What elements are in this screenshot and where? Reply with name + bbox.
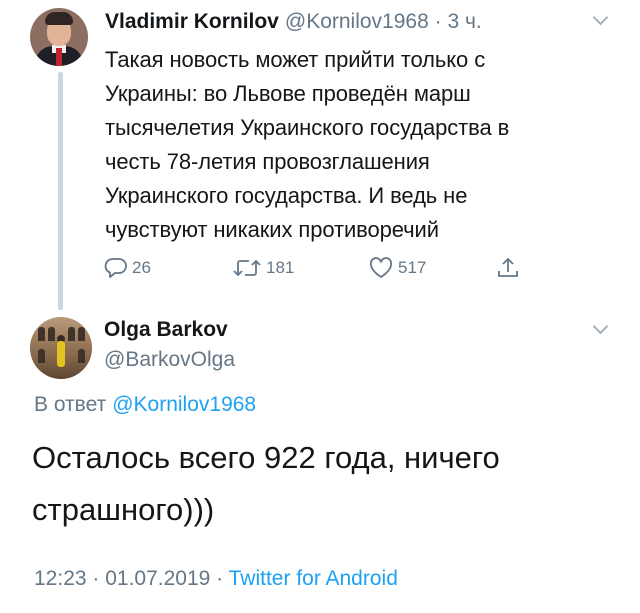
reply-text-line: Осталось всего 922 года, ничего	[32, 440, 500, 475]
tweet-text-line: честь 78-летия провозглашения	[105, 149, 430, 174]
chevron-down-icon[interactable]	[592, 318, 609, 335]
tweet-text-line: Такая новость может прийти только с	[105, 47, 486, 72]
separator: ·	[86, 567, 106, 590]
like-button[interactable]: 517	[368, 255, 426, 281]
tweet-text: Такая новость может прийти только с Укра…	[105, 43, 605, 247]
tweet-text-line: тысячелетия Украинского государства в	[105, 115, 510, 140]
tweet-time: 12:23	[34, 567, 87, 590]
chevron-down-icon[interactable]	[592, 9, 609, 26]
reply-to-mention[interactable]: @Kornilov1968	[112, 393, 256, 416]
reply-to-line: В ответ @Kornilov1968	[34, 393, 256, 417]
author-name[interactable]: Vladimir Kornilov	[105, 10, 279, 33]
tweet-text-line: Украины: во Львове проведён марш	[105, 81, 471, 106]
tweet-text-line: чувствуют никаких противоречий	[105, 217, 439, 242]
reply-icon	[104, 258, 127, 278]
retweet-button[interactable]: 181	[232, 255, 294, 281]
retweet-icon	[233, 259, 261, 277]
reply-text-line: страшного)))	[32, 492, 215, 527]
retweet-count: 181	[266, 258, 295, 277]
tweet-date: 01.07.2019	[105, 567, 211, 590]
tweet-text-line: Украинского государства. И ведь не	[105, 183, 468, 208]
reply-author-name[interactable]: Olga Barkov	[104, 318, 228, 342]
separator: ·	[210, 567, 229, 590]
tweet-time[interactable]: 3 ч.	[447, 10, 481, 33]
thread-line	[58, 72, 63, 310]
reply-button[interactable]: 26	[104, 255, 151, 281]
reply-count: 26	[132, 258, 151, 277]
share-button[interactable]	[496, 255, 524, 281]
author-handle[interactable]: @Kornilov1968	[285, 10, 429, 33]
reply-to-label: В ответ	[34, 393, 107, 416]
reply-author-avatar[interactable]	[30, 317, 92, 379]
separator: ·	[428, 10, 448, 33]
like-count: 517	[398, 258, 427, 277]
tweet-header: Vladimir Kornilov @Kornilov1968 · 3 ч.	[105, 10, 482, 34]
share-icon	[498, 257, 518, 277]
tweet-metadata: 12:23 · 01.07.2019 · Twitter for Android	[34, 567, 398, 591]
tweet-source-link[interactable]: Twitter for Android	[229, 567, 398, 590]
reply-tweet-text: Осталось всего 922 года, ничего страшног…	[32, 432, 612, 536]
reply-author-handle[interactable]: @BarkovOlga	[104, 348, 235, 372]
heart-icon	[369, 257, 393, 278]
author-avatar[interactable]	[30, 8, 88, 66]
